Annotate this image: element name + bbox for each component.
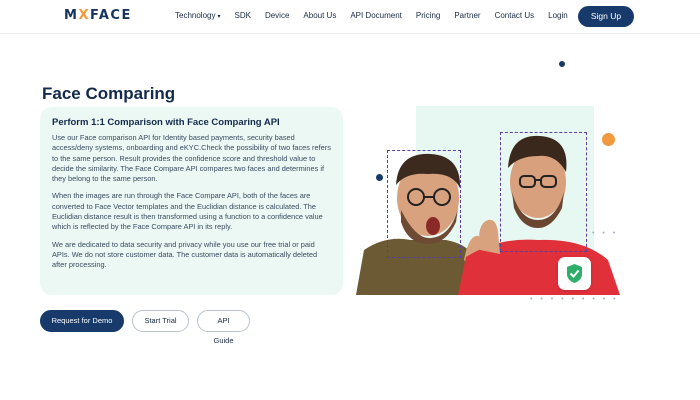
main-menu: Technology ▾ SDK Device About Us API Docu… bbox=[175, 11, 582, 20]
card-paragraph-2: When the images are run through the Face… bbox=[52, 191, 323, 232]
nav-api-document[interactable]: API Document bbox=[350, 11, 402, 20]
logo-text-x: X bbox=[78, 8, 90, 23]
nav-pricing[interactable]: Pricing bbox=[416, 11, 440, 20]
description-card: Perform 1:1 Comparison with Face Compari… bbox=[40, 107, 343, 295]
card-paragraph-3: We are dedicated to data security and pr… bbox=[52, 239, 318, 270]
nav-login[interactable]: Login bbox=[548, 11, 568, 20]
logo-text-face: FACE bbox=[89, 8, 132, 23]
face-compare-illustration: • • • • • • • • • • • • bbox=[356, 60, 626, 310]
nav-sdk[interactable]: SDK bbox=[235, 11, 251, 20]
api-guide-button[interactable]: API Guide bbox=[197, 310, 250, 345]
cta-buttons: Request for Demo Start Trial API Guide bbox=[40, 310, 258, 345]
nav-technology[interactable]: Technology ▾ bbox=[175, 11, 221, 20]
card-paragraph-1: Use our Face comparison API for Identity… bbox=[52, 133, 331, 184]
nav-technology-label: Technology bbox=[175, 11, 216, 20]
decor-dots-bottom: • • • • • • • • • bbox=[530, 296, 619, 303]
sign-up-button[interactable]: Sign Up bbox=[578, 6, 634, 27]
logo-text-m: M bbox=[64, 8, 79, 23]
card-heading: Perform 1:1 Comparison with Face Compari… bbox=[52, 117, 280, 128]
nav-device[interactable]: Device bbox=[265, 11, 289, 20]
chevron-down-icon: ▾ bbox=[217, 14, 221, 20]
nav-about-us[interactable]: About Us bbox=[303, 11, 336, 20]
face-frame-right bbox=[500, 132, 587, 252]
decor-dot-navy-top bbox=[559, 61, 565, 67]
top-nav: MXFACE Technology ▾ SDK Device About Us A… bbox=[0, 0, 700, 34]
logo[interactable]: MXFACE bbox=[64, 8, 132, 23]
decor-dots-right: • • • bbox=[592, 230, 619, 237]
start-trial-button[interactable]: Start Trial bbox=[132, 310, 189, 332]
nav-contact-us[interactable]: Contact Us bbox=[495, 11, 535, 20]
shield-check-icon bbox=[567, 264, 582, 283]
request-demo-button[interactable]: Request for Demo bbox=[40, 310, 124, 332]
verified-badge bbox=[558, 257, 591, 290]
page-title: Face Comparing bbox=[42, 84, 176, 103]
nav-partner[interactable]: Partner bbox=[454, 11, 480, 20]
face-frame-left bbox=[387, 150, 461, 258]
